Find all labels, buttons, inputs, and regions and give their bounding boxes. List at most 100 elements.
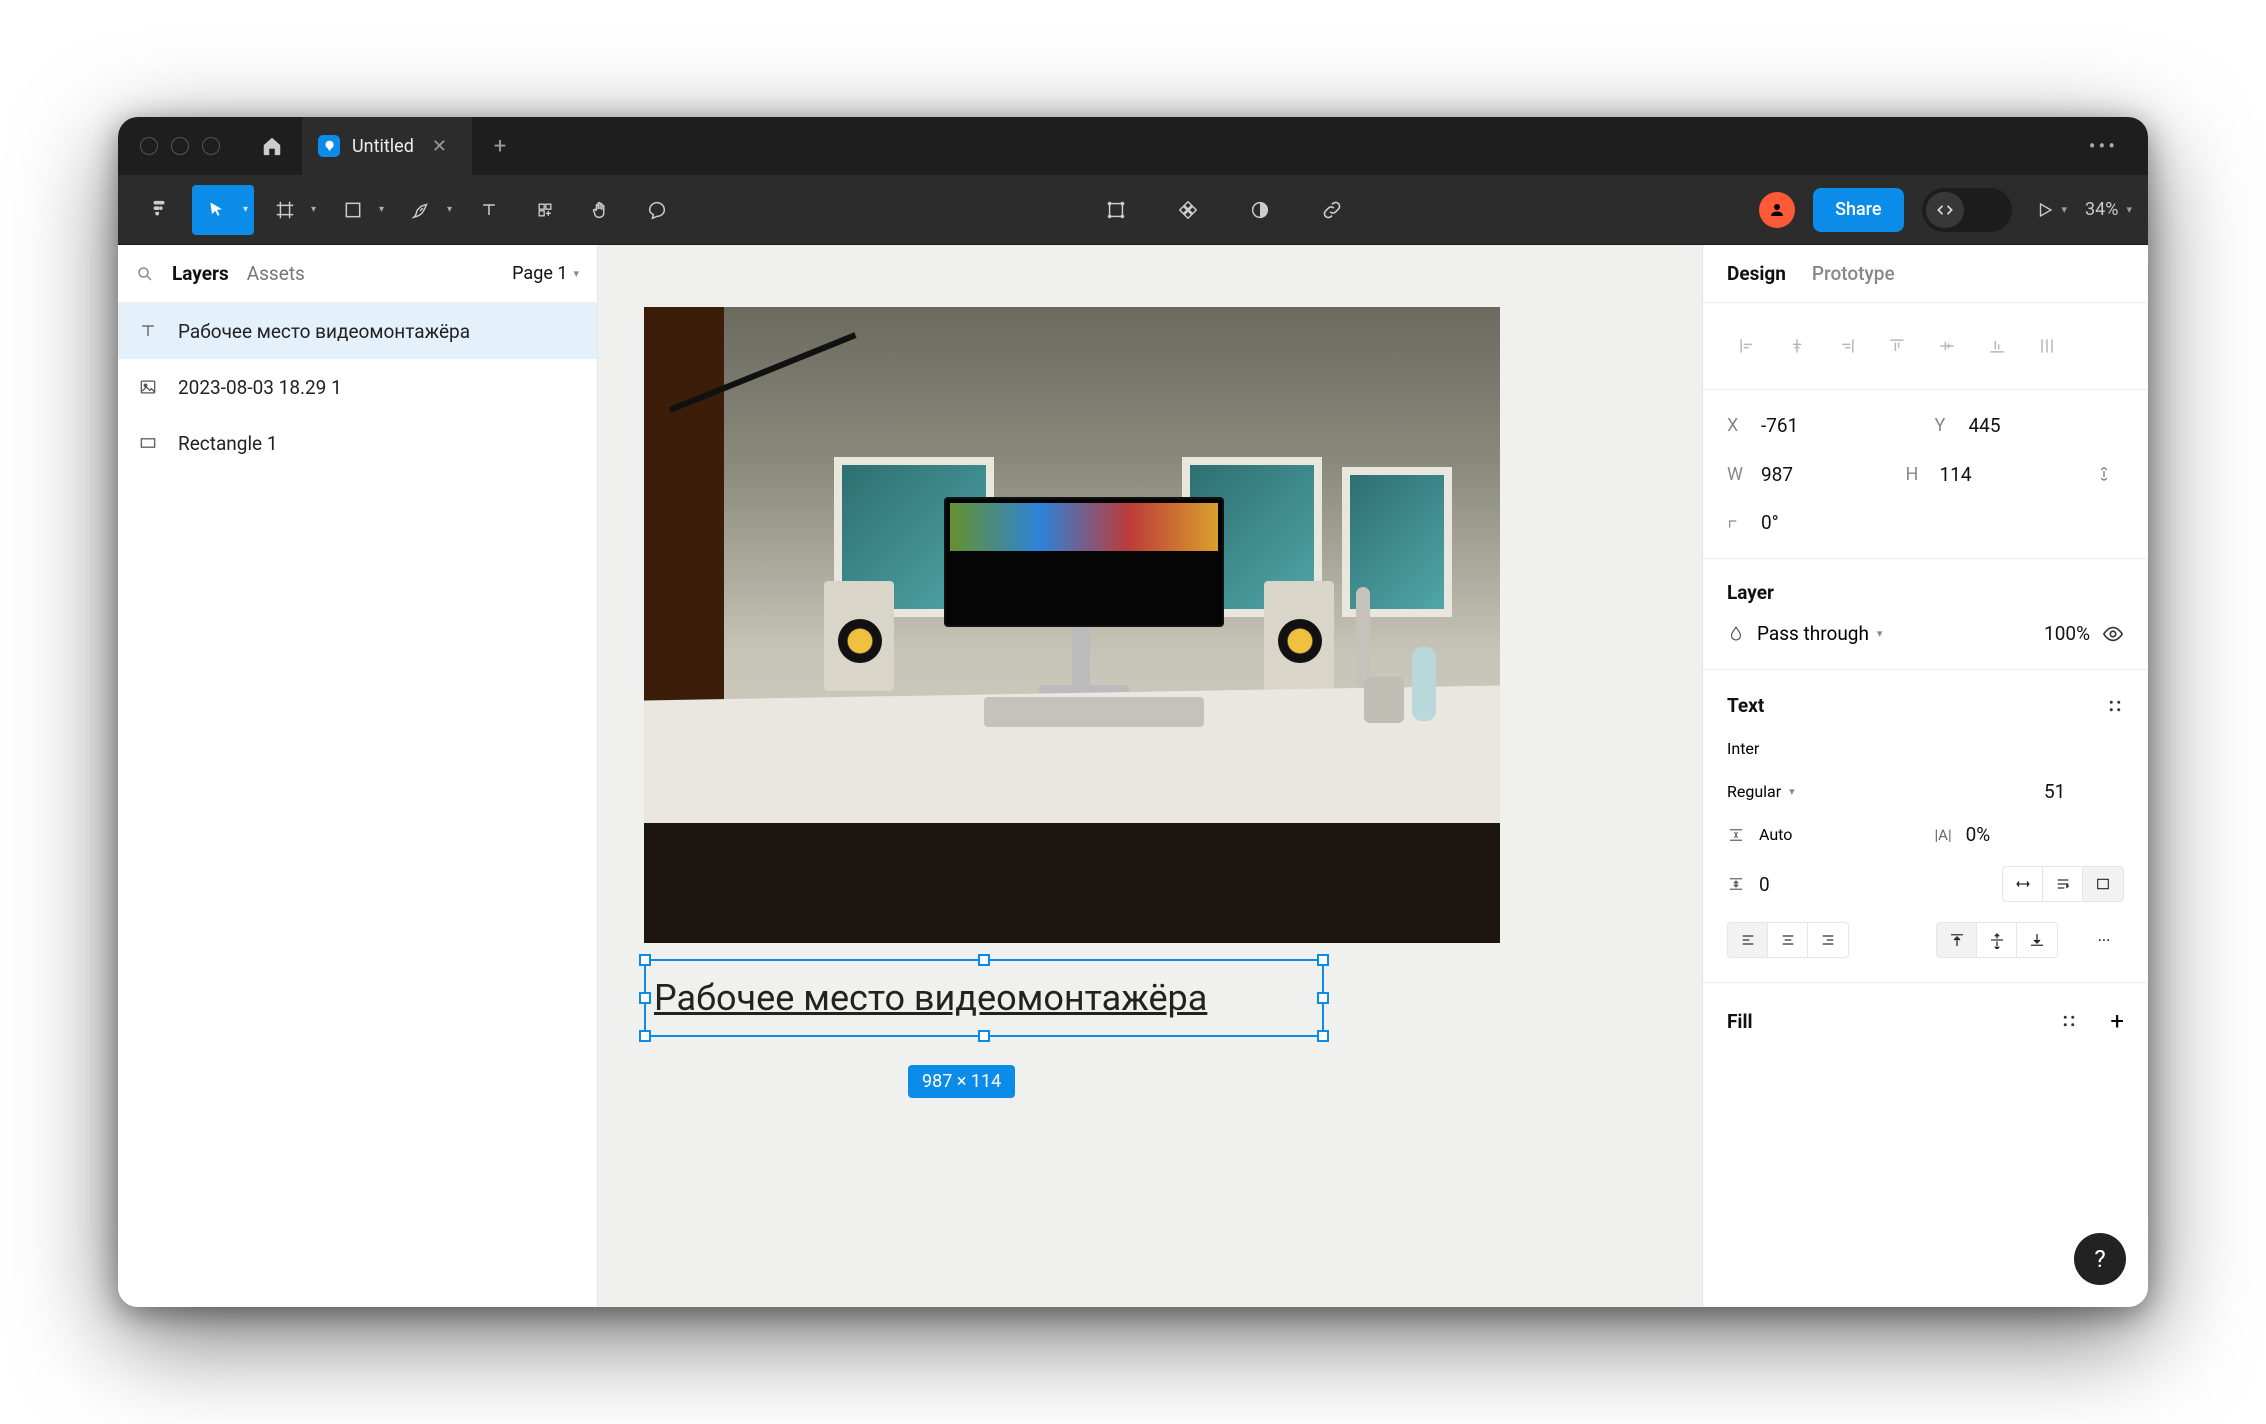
- selected-text-layer[interactable]: Рабочее место видеомонтажёра: [644, 959, 1324, 1037]
- edit-object-tool[interactable]: [1091, 185, 1141, 235]
- text-tool[interactable]: [464, 185, 514, 235]
- pen-tool[interactable]: ▾: [396, 185, 458, 235]
- traffic-lights: [118, 137, 220, 155]
- home-button[interactable]: [244, 117, 300, 175]
- text-align-center-icon[interactable]: [1768, 923, 1808, 957]
- type-settings-icon[interactable]: ···: [2084, 923, 2124, 957]
- traffic-minimize[interactable]: [171, 137, 189, 155]
- w-label: W: [1727, 464, 1747, 485]
- y-label: Y: [1935, 415, 1955, 436]
- paragraph-spacing-input[interactable]: [1759, 873, 1839, 896]
- distribute-icon[interactable]: [2027, 329, 2067, 363]
- document-tab[interactable]: Untitled ✕: [302, 117, 472, 175]
- canvas[interactable]: Рабочее место видеомонтажёра 987 × 114: [598, 245, 1702, 1307]
- figma-file-icon: [318, 135, 340, 157]
- shape-tool[interactable]: ▾: [328, 185, 390, 235]
- canvas-image[interactable]: [644, 307, 1500, 943]
- resize-handle[interactable]: [639, 954, 651, 966]
- opacity-input[interactable]: [2026, 622, 2090, 645]
- comment-tool[interactable]: [632, 185, 682, 235]
- text-valign-middle-icon[interactable]: [1977, 923, 2017, 957]
- fixed-size-icon[interactable]: [2083, 867, 2123, 901]
- design-panel: Design Prototype X Y: [1702, 245, 2148, 1307]
- assets-tab[interactable]: Assets: [247, 262, 305, 285]
- rotation-input[interactable]: [1761, 511, 1841, 534]
- share-button[interactable]: Share: [1813, 188, 1903, 232]
- hand-tool[interactable]: [576, 185, 626, 235]
- align-bottom-icon[interactable]: [1977, 329, 2017, 363]
- frame-icon: [274, 199, 296, 221]
- page-selector[interactable]: Page 1 ▾: [512, 263, 579, 284]
- h-input[interactable]: [1940, 463, 2020, 486]
- text-align-right-icon[interactable]: [1808, 923, 1848, 957]
- figma-logo-icon: [148, 199, 170, 221]
- close-tab-icon[interactable]: ✕: [432, 136, 447, 157]
- present-button[interactable]: ▾: [2036, 185, 2068, 235]
- add-fill-icon[interactable]: +: [2110, 1007, 2124, 1035]
- line-height-value[interactable]: Auto: [1759, 825, 1792, 844]
- resize-handle[interactable]: [639, 992, 651, 1004]
- y-input[interactable]: [1969, 414, 2049, 437]
- align-right-icon[interactable]: [1827, 329, 1867, 363]
- align-hcenter-icon[interactable]: [1777, 329, 1817, 363]
- traffic-close[interactable]: [140, 137, 158, 155]
- resize-handle[interactable]: [1317, 1030, 1329, 1042]
- text-valign-top-icon[interactable]: [1937, 923, 1977, 957]
- align-top-icon[interactable]: [1877, 329, 1917, 363]
- resources-tool[interactable]: [520, 185, 570, 235]
- dev-mode-toggle[interactable]: [1922, 188, 2012, 232]
- comment-icon: [646, 199, 668, 221]
- resize-handle[interactable]: [1317, 954, 1329, 966]
- font-family-select[interactable]: Inter: [1727, 739, 1759, 758]
- layers-panel: Layers Assets Page 1 ▾ Рабочее место вид…: [118, 245, 598, 1307]
- resize-handle[interactable]: [639, 1030, 651, 1042]
- image-layer-icon: [136, 375, 160, 399]
- text-align-left-icon[interactable]: [1728, 923, 1768, 957]
- align-left-icon[interactable]: [1727, 329, 1767, 363]
- user-avatar[interactable]: [1759, 192, 1795, 228]
- constrain-proportions-icon[interactable]: [2084, 457, 2124, 491]
- text-valign-bottom-icon[interactable]: [2017, 923, 2057, 957]
- visibility-icon[interactable]: [2102, 623, 2124, 645]
- text-icon: [479, 200, 499, 220]
- prototype-tab[interactable]: Prototype: [1812, 262, 1895, 285]
- new-tab-button[interactable]: +: [472, 117, 528, 175]
- move-tool[interactable]: ▾: [192, 185, 254, 235]
- layers-tab[interactable]: Layers: [172, 262, 229, 285]
- w-input[interactable]: [1761, 463, 1841, 486]
- zoom-menu[interactable]: 34% ▾: [2085, 199, 2132, 220]
- layer-row-text[interactable]: Рабочее место видеомонтажёра: [118, 303, 597, 359]
- more-menu-icon[interactable]: •••: [2089, 134, 2148, 158]
- layer-section-title: Layer: [1703, 573, 2148, 612]
- resize-handle[interactable]: [978, 1030, 990, 1042]
- frame-tool[interactable]: ▾: [260, 185, 322, 235]
- search-icon[interactable]: [136, 265, 154, 283]
- traffic-zoom[interactable]: [202, 137, 220, 155]
- auto-width-icon[interactable]: [2003, 867, 2043, 901]
- figma-menu-button[interactable]: [134, 185, 184, 235]
- design-tab[interactable]: Design: [1727, 262, 1786, 285]
- blend-mode-select[interactable]: Pass through▾: [1757, 622, 2014, 645]
- fill-section-title: Fill: [1727, 1010, 2042, 1033]
- layer-row-image[interactable]: 2023-08-03 18.29 1: [118, 359, 597, 415]
- resize-handle[interactable]: [978, 954, 990, 966]
- letter-spacing-input[interactable]: [1966, 823, 2046, 846]
- fill-styles-icon[interactable]: [2060, 1012, 2078, 1030]
- link-tool[interactable]: [1307, 185, 1357, 235]
- chevron-down-icon: ▾: [573, 267, 579, 280]
- mask-tool[interactable]: [1235, 185, 1285, 235]
- auto-height-icon[interactable]: [2043, 867, 2083, 901]
- x-input[interactable]: [1761, 414, 1841, 437]
- text-styles-icon[interactable]: [2106, 697, 2124, 715]
- resize-handle[interactable]: [1317, 992, 1329, 1004]
- help-button[interactable]: ?: [2074, 1233, 2126, 1285]
- layer-name: 2023-08-03 18.29 1: [178, 376, 342, 399]
- font-size-input[interactable]: [2044, 780, 2124, 803]
- font-weight-select[interactable]: Regular▾: [1727, 780, 2026, 803]
- layer-row-rect[interactable]: Rectangle 1: [118, 415, 597, 471]
- layer-name: Рабочее место видеомонтажёра: [178, 320, 470, 343]
- component-icon: [1177, 199, 1199, 221]
- selection-dimensions: 987 × 114: [908, 1065, 1015, 1098]
- align-vcenter-icon[interactable]: [1927, 329, 1967, 363]
- component-tool[interactable]: [1163, 185, 1213, 235]
